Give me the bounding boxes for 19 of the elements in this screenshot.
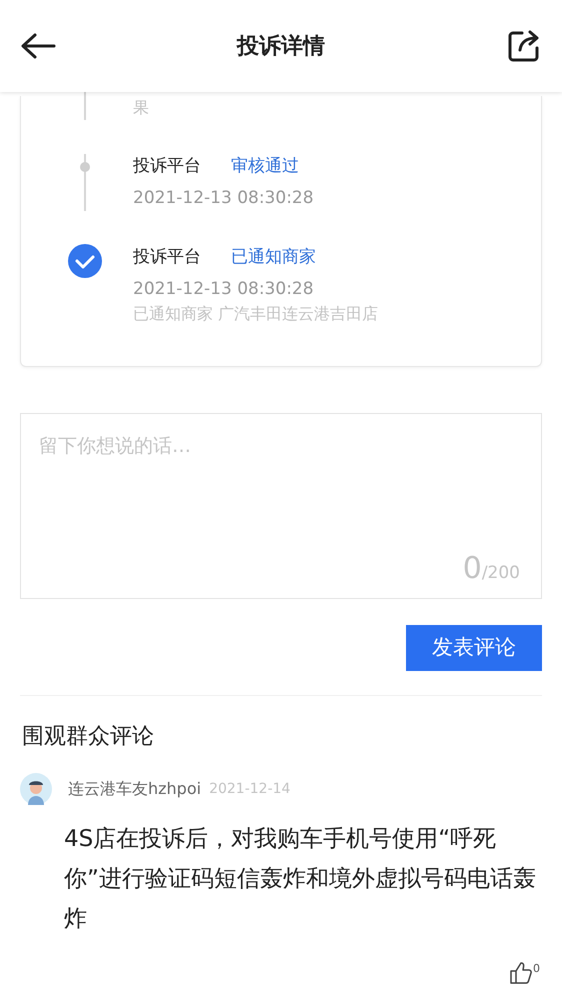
comment-text: 4S店在投诉后，对我购车手机号使用“呼死你”进行验证码短信轰炸和境外虚拟号码电话轰炸 bbox=[64, 825, 537, 934]
character-counter: 0/200 bbox=[462, 550, 520, 588]
timeline-status: 审核通过 bbox=[231, 155, 299, 178]
timeline-note: 果 bbox=[133, 97, 150, 119]
timeline-actor: 投诉平台 bbox=[133, 155, 201, 178]
timeline-time: 2021-12-13 08:30:28 bbox=[133, 186, 315, 210]
timeline-status: 已通知商家 bbox=[231, 246, 316, 269]
submit-comment-button[interactable]: 发表评论 bbox=[406, 625, 542, 671]
back-button[interactable] bbox=[20, 32, 56, 60]
avatar-icon bbox=[20, 773, 52, 805]
like-button[interactable]: 0 bbox=[509, 961, 540, 984]
section-title: 围观群众评论 bbox=[22, 723, 155, 751]
page-title: 投诉详情 bbox=[237, 32, 325, 60]
comment-date: 2021-12-14 bbox=[209, 780, 290, 798]
timeline-time: 2021-12-13 08:30:28 bbox=[133, 278, 315, 300]
comment-author: 连云港车友hzhpoi bbox=[68, 778, 202, 800]
timeline-note: 已通知商家 广汽丰田连云港吉田店 bbox=[133, 303, 380, 325]
check-circle-icon bbox=[67, 243, 103, 279]
timeline-actor: 投诉平台 bbox=[133, 246, 201, 269]
